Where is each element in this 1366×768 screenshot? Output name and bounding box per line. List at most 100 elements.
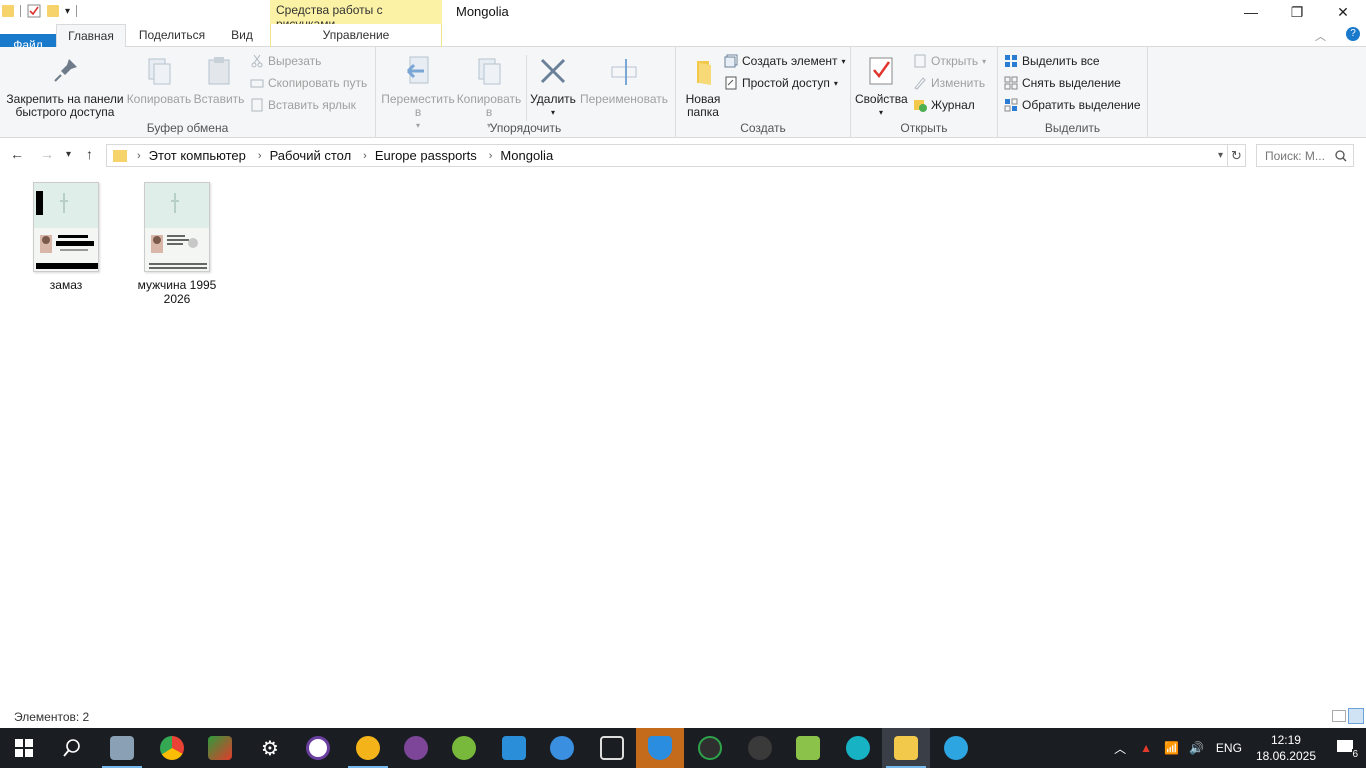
open-group: Свойства ▾ Открыть ▾ Изменить Журнал Откры… — [851, 47, 998, 138]
app-icon[interactable] — [834, 728, 882, 768]
clock-time: 12:19 — [1270, 733, 1301, 747]
clock-date: 18.06.2025 — [1255, 749, 1316, 763]
properties-check-icon[interactable] — [27, 4, 41, 18]
easy-access-button[interactable]: Простой доступ ▾ — [724, 73, 838, 93]
ribbon: Закрепить на панели быстрого доступа Коп… — [0, 47, 1366, 138]
settings-gear-icon[interactable]: ⚙ — [246, 728, 294, 768]
windows-start-icon[interactable] — [0, 728, 48, 768]
sync-app-icon[interactable] — [538, 728, 586, 768]
select-none-button[interactable]: Снять выделение — [1004, 73, 1121, 93]
snipping-tool-icon[interactable] — [588, 728, 636, 768]
rename-button[interactable]: Переименовать — [578, 55, 670, 106]
user-icon[interactable] — [736, 728, 784, 768]
breadcrumb-europe-passports[interactable]: Europe passports — [375, 148, 477, 163]
address-dropdown-icon[interactable]: ▾ — [1218, 150, 1223, 161]
new-folder-icon — [687, 55, 719, 87]
paste-button[interactable]: Вставить — [192, 55, 246, 106]
tab-view[interactable]: Вид — [220, 24, 264, 47]
file-item[interactable]: мужчина 1995 2026 — [132, 182, 222, 306]
cut-button[interactable]: Вырезать — [250, 51, 321, 71]
easy-access-label: Простой доступ — [742, 76, 830, 90]
properties-label: Свойства — [855, 92, 908, 106]
clock[interactable]: 12:19 18.06.2025 — [1256, 732, 1316, 764]
close-button[interactable]: ✕ — [1320, 0, 1366, 24]
file-item[interactable]: замаз — [21, 182, 111, 292]
address-bar[interactable]: › Этот компьютер › Рабочий стол › Europe… — [106, 144, 1228, 167]
new-folder-button[interactable]: Новая папка — [680, 55, 726, 119]
pin-icon — [49, 55, 81, 87]
history-icon — [913, 98, 927, 112]
tab-share[interactable]: Поделиться — [132, 24, 212, 47]
photos-icon[interactable] — [490, 728, 538, 768]
app-icon[interactable] — [196, 728, 244, 768]
new-folder-icon[interactable] — [47, 5, 59, 17]
details-view-icon[interactable] — [1332, 710, 1346, 722]
select-all-button[interactable]: Выделить все — [1004, 51, 1100, 71]
file-explorer-icon[interactable] — [882, 728, 930, 768]
pin-label: Закрепить на панели быстрого доступа — [6, 92, 124, 119]
network-icon[interactable]: 📶 — [1164, 741, 1179, 755]
open-button[interactable]: Открыть ▾ — [913, 51, 986, 71]
paste-icon — [203, 55, 235, 87]
breadcrumb-desktop[interactable]: Рабочий стол — [270, 148, 352, 163]
search-input[interactable]: Поиск: М... — [1256, 144, 1354, 167]
chevron-right-icon[interactable]: › — [258, 150, 262, 162]
browser-icon[interactable] — [344, 728, 392, 768]
restore-button[interactable]: ❐ — [1274, 0, 1320, 24]
tray-app-icon[interactable]: ▲ — [1140, 741, 1152, 755]
cut-label: Вырезать — [268, 54, 322, 68]
recent-locations-icon[interactable]: ▾ — [66, 149, 71, 160]
tab-home[interactable]: Главная — [56, 24, 126, 48]
copy-path-icon — [250, 76, 264, 90]
large-icons-view-icon[interactable] — [1348, 708, 1364, 724]
search-icon[interactable] — [48, 728, 96, 768]
app-icon[interactable] — [294, 728, 342, 768]
pin-quick-access-button[interactable]: Закрепить на панели быстрого доступа — [4, 55, 126, 119]
edit-icon — [913, 76, 927, 90]
vpn-shield-icon[interactable] — [636, 728, 684, 768]
delete-button[interactable]: Удалить ▾ — [530, 55, 576, 119]
forward-arrow-icon[interactable]: → — [40, 146, 54, 162]
search-icon — [1335, 149, 1347, 162]
refresh-icon[interactable]: ↻ — [1228, 144, 1246, 167]
edit-button[interactable]: Изменить — [913, 73, 985, 93]
minimize-button[interactable]: — — [1228, 0, 1274, 24]
context-tab-border — [270, 24, 442, 47]
rename-label: Переименовать — [580, 92, 668, 106]
breadcrumb-this-pc[interactable]: Этот компьютер — [149, 148, 246, 163]
copy-path-button[interactable]: Скопировать путь — [250, 73, 367, 93]
history-button[interactable]: Журнал — [913, 95, 975, 115]
app-icon[interactable] — [686, 728, 734, 768]
paste-shortcut-button[interactable]: Вставить ярлык — [250, 95, 356, 115]
tor-browser-icon[interactable] — [392, 728, 440, 768]
items-count: Элементов: 2 — [14, 710, 90, 724]
up-arrow-icon[interactable]: ↑ — [86, 146, 93, 162]
chevron-right-icon[interactable]: › — [137, 150, 141, 162]
new-item-button[interactable]: Создать элемент ▾ — [724, 51, 846, 71]
invert-selection-button[interactable]: Обратить выделение — [1004, 95, 1141, 115]
select-all-icon — [1004, 54, 1018, 68]
help-icon[interactable]: ? — [1346, 27, 1360, 41]
invert-selection-label: Обратить выделение — [1022, 98, 1141, 112]
picture-tools-context-label: Средства работы с рисунками — [270, 0, 442, 31]
properties-button[interactable]: Свойства ▾ — [855, 55, 908, 119]
breadcrumb-mongolia[interactable]: Mongolia — [500, 148, 553, 163]
volume-icon[interactable]: 🔊 — [1189, 741, 1204, 755]
task-view-app-icon[interactable] — [98, 728, 146, 768]
chrome-icon[interactable] — [148, 728, 196, 768]
customize-qat-icon[interactable]: ▾ — [65, 6, 70, 17]
copy-button[interactable]: Копировать — [126, 55, 192, 106]
telegram-icon[interactable] — [932, 728, 980, 768]
title-bar: ▾ Средства работы с рисунками Mongolia —… — [0, 0, 1366, 31]
back-arrow-icon[interactable]: ← — [10, 146, 24, 162]
chevron-right-icon[interactable]: › — [363, 150, 367, 162]
chevron-up-icon[interactable]: ︿ — [1114, 740, 1126, 757]
paste-shortcut-label: Вставить ярлык — [268, 98, 356, 112]
utorrent-icon[interactable] — [440, 728, 488, 768]
notifications-icon[interactable]: 6 — [1336, 739, 1358, 760]
language-indicator[interactable]: ENG — [1216, 741, 1242, 755]
chevron-right-icon[interactable]: › — [489, 150, 493, 162]
lock-app-icon[interactable] — [784, 728, 832, 768]
collapse-ribbon-icon[interactable]: ︿ — [1315, 28, 1326, 44]
file-name: мужчина 1995 2026 — [137, 278, 217, 306]
